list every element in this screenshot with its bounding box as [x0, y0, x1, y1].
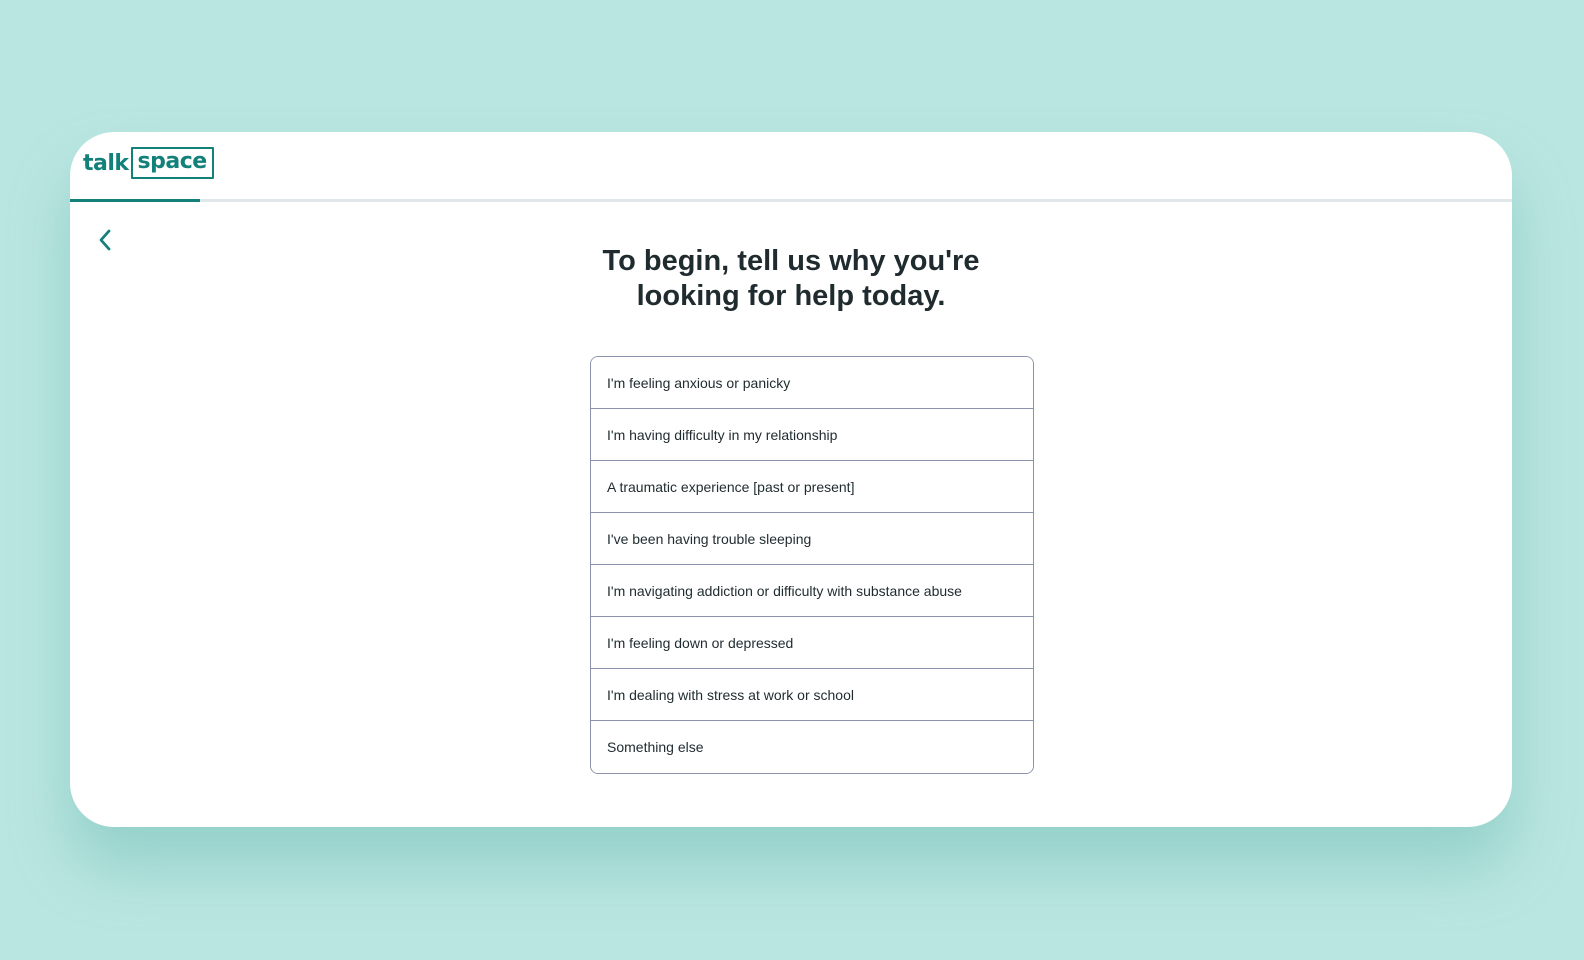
progress-bar-fill — [70, 199, 200, 202]
option-depressed[interactable]: I'm feeling down or depressed — [591, 617, 1033, 669]
logo-text-talk: talk — [83, 150, 129, 176]
option-anxious[interactable]: I'm feeling anxious or panicky — [591, 357, 1033, 409]
page-title: To begin, tell us why you're looking for… — [70, 244, 1512, 314]
option-addiction[interactable]: I'm navigating addiction or difficulty w… — [591, 565, 1033, 617]
option-relationship[interactable]: I'm having difficulty in my relationship — [591, 409, 1033, 461]
intake-card: talk space To begin, tell us why you're l… — [70, 132, 1512, 827]
logo-text-space: space — [130, 147, 214, 179]
option-stress[interactable]: I'm dealing with stress at work or schoo… — [591, 669, 1033, 721]
option-something-else[interactable]: Something else — [591, 721, 1033, 773]
progress-bar — [70, 199, 1512, 202]
talkspace-logo[interactable]: talk space — [83, 146, 214, 180]
option-traumatic-experience[interactable]: A traumatic experience [past or present] — [591, 461, 1033, 513]
page-title-line-2: looking for help today. — [636, 280, 946, 312]
reason-options-list: I'm feeling anxious or panicky I'm havin… — [590, 356, 1034, 774]
header: talk space — [70, 132, 1512, 202]
option-trouble-sleeping[interactable]: I've been having trouble sleeping — [591, 513, 1033, 565]
page-title-line-1: To begin, tell us why you're — [602, 245, 980, 277]
